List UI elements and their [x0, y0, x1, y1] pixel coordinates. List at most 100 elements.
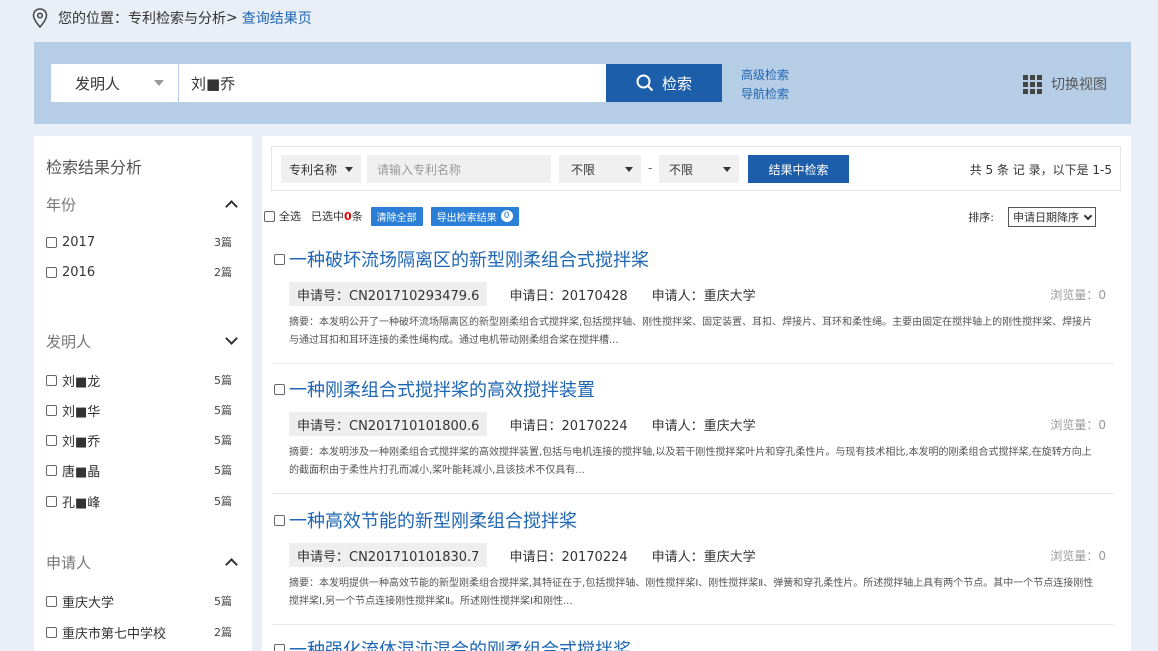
- facet-item-count: 3篇: [214, 236, 232, 249]
- chevron-down-icon: [1083, 211, 1093, 220]
- clear-all-button[interactable]: 清除全部: [370, 206, 423, 226]
- facet-item-label: 刘■乔: [62, 434, 101, 450]
- checkbox[interactable]: [46, 404, 57, 416]
- caret-down-icon: [625, 167, 633, 172]
- search-query-text: 刘■乔: [191, 74, 236, 93]
- result-checkbox[interactable]: [274, 383, 285, 395]
- facet-item[interactable]: 刘■华 5篇: [46, 400, 232, 420]
- result-item-partial: 一种强化流体混沌混合的刚柔组合式搅拌桨: [272, 636, 631, 651]
- breadcrumb-separator: >: [226, 10, 238, 26]
- grid-view-icon: [1023, 74, 1042, 94]
- result-checkbox[interactable]: [274, 643, 285, 651]
- facet-item-count: 2篇: [214, 266, 232, 279]
- filter-dash: -: [648, 161, 653, 175]
- bulk-actions-bar: 全选 已选中0条 清除全部 导出检索结果 0 排序: 申请日期降序: [264, 206, 1114, 227]
- application-date: 申请日：20170224: [509, 549, 628, 565]
- advanced-search-link[interactable]: 高级检索: [741, 66, 789, 85]
- facet-item-label: 2016: [62, 264, 96, 280]
- checkbox[interactable]: [46, 464, 57, 476]
- analysis-sidebar: 检索结果分析 年份 2017 3篇 2016 2篇 发明人 刘■龙 5篇 刘■华…: [34, 136, 252, 651]
- result-item: 一种刚柔组合式搅拌桨的高效搅拌装置 申请号：CN201710101800.6 申…: [272, 376, 1114, 494]
- result-item: 一种高效节能的新型刚柔组合搅拌桨 申请号：CN201710101830.7 申请…: [272, 507, 1114, 625]
- checkbox[interactable]: [46, 495, 57, 507]
- export-results-button[interactable]: 导出检索结果 0: [430, 206, 519, 226]
- facet-header-inventor[interactable]: 发明人: [46, 329, 242, 353]
- search-icon: [636, 74, 654, 92]
- facet-item-count: 5篇: [214, 434, 232, 447]
- result-title-link[interactable]: 一种破坏流场隔离区的新型刚柔组合式搅拌桨: [289, 246, 649, 272]
- search-within-results-button[interactable]: 结果中检索: [748, 155, 849, 183]
- view-count: 浏览量：0: [1050, 287, 1106, 302]
- applicant: 申请人：重庆大学: [651, 288, 756, 304]
- breadcrumb-current[interactable]: 查询结果页: [242, 8, 312, 28]
- results-panel: 专利名称 请输入专利名称 不限 - 不限 结果中检索 共 5 条 记 录，以下是…: [262, 136, 1131, 651]
- view-count: 浏览量：0: [1050, 548, 1106, 563]
- checkbox[interactable]: [46, 374, 57, 386]
- application-number: 申请号：CN201710293479.6: [289, 282, 488, 306]
- result-title-link[interactable]: 一种高效节能的新型刚柔组合搅拌桨: [289, 507, 577, 533]
- checkbox[interactable]: [46, 266, 57, 278]
- facet-item-label: 刘■华: [62, 404, 101, 420]
- facet-item-count: 2篇: [214, 626, 232, 639]
- applicant: 申请人：重庆大学: [651, 549, 756, 565]
- sort-label: 排序:: [968, 211, 994, 224]
- filter-to-select[interactable]: 不限: [659, 155, 739, 183]
- checkbox[interactable]: [46, 434, 57, 446]
- facet-item-count: 5篇: [214, 595, 232, 608]
- facet-item[interactable]: 重庆市第七中学校 2篇: [46, 622, 232, 642]
- breadcrumb-path[interactable]: 专利检索与分析: [128, 8, 226, 28]
- location-pin-icon: [32, 8, 48, 28]
- search-button-label: 检索: [661, 74, 692, 93]
- result-checkbox[interactable]: [274, 514, 285, 526]
- applicant: 申请人：重庆大学: [651, 418, 756, 434]
- facet-item[interactable]: 唐■晶 5篇: [46, 460, 232, 480]
- caret-down-icon: [154, 80, 164, 86]
- application-number: 申请号：CN201710101830.7: [289, 543, 488, 567]
- breadcrumb-prefix: 您的位置：: [58, 11, 128, 27]
- search-banner: 发明人 刘■乔 检索 高级检索 导航检索 切换视图: [34, 42, 1131, 124]
- facet-item[interactable]: 2016 2篇: [46, 262, 232, 282]
- sort-select[interactable]: 申请日期降序: [1008, 207, 1096, 227]
- switch-view-button[interactable]: 切换视图: [1023, 74, 1107, 94]
- facet-item[interactable]: 重庆大学 5篇: [46, 591, 232, 611]
- checkbox[interactable]: [46, 626, 57, 638]
- select-all-label[interactable]: 全选: [279, 208, 301, 224]
- result-item: 一种破坏流场隔离区的新型刚柔组合式搅拌桨 申请号：CN201710293479.…: [272, 246, 1114, 364]
- facet-item[interactable]: 刘■龙 5篇: [46, 370, 232, 390]
- application-number: 申请号：CN201710101800.6: [289, 412, 488, 436]
- facet-item-label: 孔■峰: [62, 495, 101, 511]
- chevron-up-icon: [225, 558, 238, 571]
- search-field-select[interactable]: 发明人: [51, 64, 178, 102]
- search-links: 高级检索 导航检索: [741, 66, 789, 104]
- facet-header-applicant[interactable]: 申请人: [46, 550, 242, 574]
- sort-value: 申请日期降序: [1013, 211, 1079, 224]
- application-date: 申请日：20170428: [509, 288, 628, 304]
- search-button[interactable]: 检索: [606, 64, 722, 102]
- search-input[interactable]: 刘■乔: [179, 64, 606, 102]
- facet-item-label: 重庆市第七中学校: [62, 626, 167, 642]
- filter-name-input[interactable]: 请输入专利名称: [367, 155, 551, 183]
- filter-from-value: 不限: [571, 162, 596, 177]
- facet-item[interactable]: 刘■乔 5篇: [46, 430, 232, 450]
- export-count-badge: 0: [500, 210, 513, 222]
- result-checkbox[interactable]: [274, 253, 285, 265]
- facet-label-year: 年份: [46, 195, 77, 214]
- facet-item[interactable]: 2017 3篇: [46, 232, 232, 252]
- filter-name-placeholder: 请输入专利名称: [377, 162, 462, 177]
- facet-item-label: 刘■龙: [62, 374, 101, 390]
- facet-item[interactable]: 孔■峰 5篇: [46, 491, 232, 511]
- checkbox[interactable]: [46, 236, 57, 248]
- checkbox[interactable]: [46, 595, 57, 607]
- result-title-link[interactable]: 一种强化流体混沌混合的刚柔组合式搅拌桨: [289, 636, 631, 651]
- facet-item-label: 2017: [62, 234, 96, 250]
- filter-from-select[interactable]: 不限: [559, 155, 641, 183]
- filter-field-value: 专利名称: [289, 162, 338, 177]
- result-title-link[interactable]: 一种刚柔组合式搅拌桨的高效搅拌装置: [289, 376, 595, 402]
- result-total: 共 5 条 记 录，以下是 1-5: [969, 163, 1112, 177]
- facet-header-year[interactable]: 年份: [46, 192, 242, 216]
- switch-view-label: 切换视图: [1051, 77, 1107, 93]
- nav-search-link[interactable]: 导航检索: [741, 85, 789, 104]
- select-all-checkbox[interactable]: [264, 210, 275, 222]
- filter-field-select[interactable]: 专利名称: [281, 155, 361, 183]
- sidebar-title: 检索结果分析: [46, 158, 143, 177]
